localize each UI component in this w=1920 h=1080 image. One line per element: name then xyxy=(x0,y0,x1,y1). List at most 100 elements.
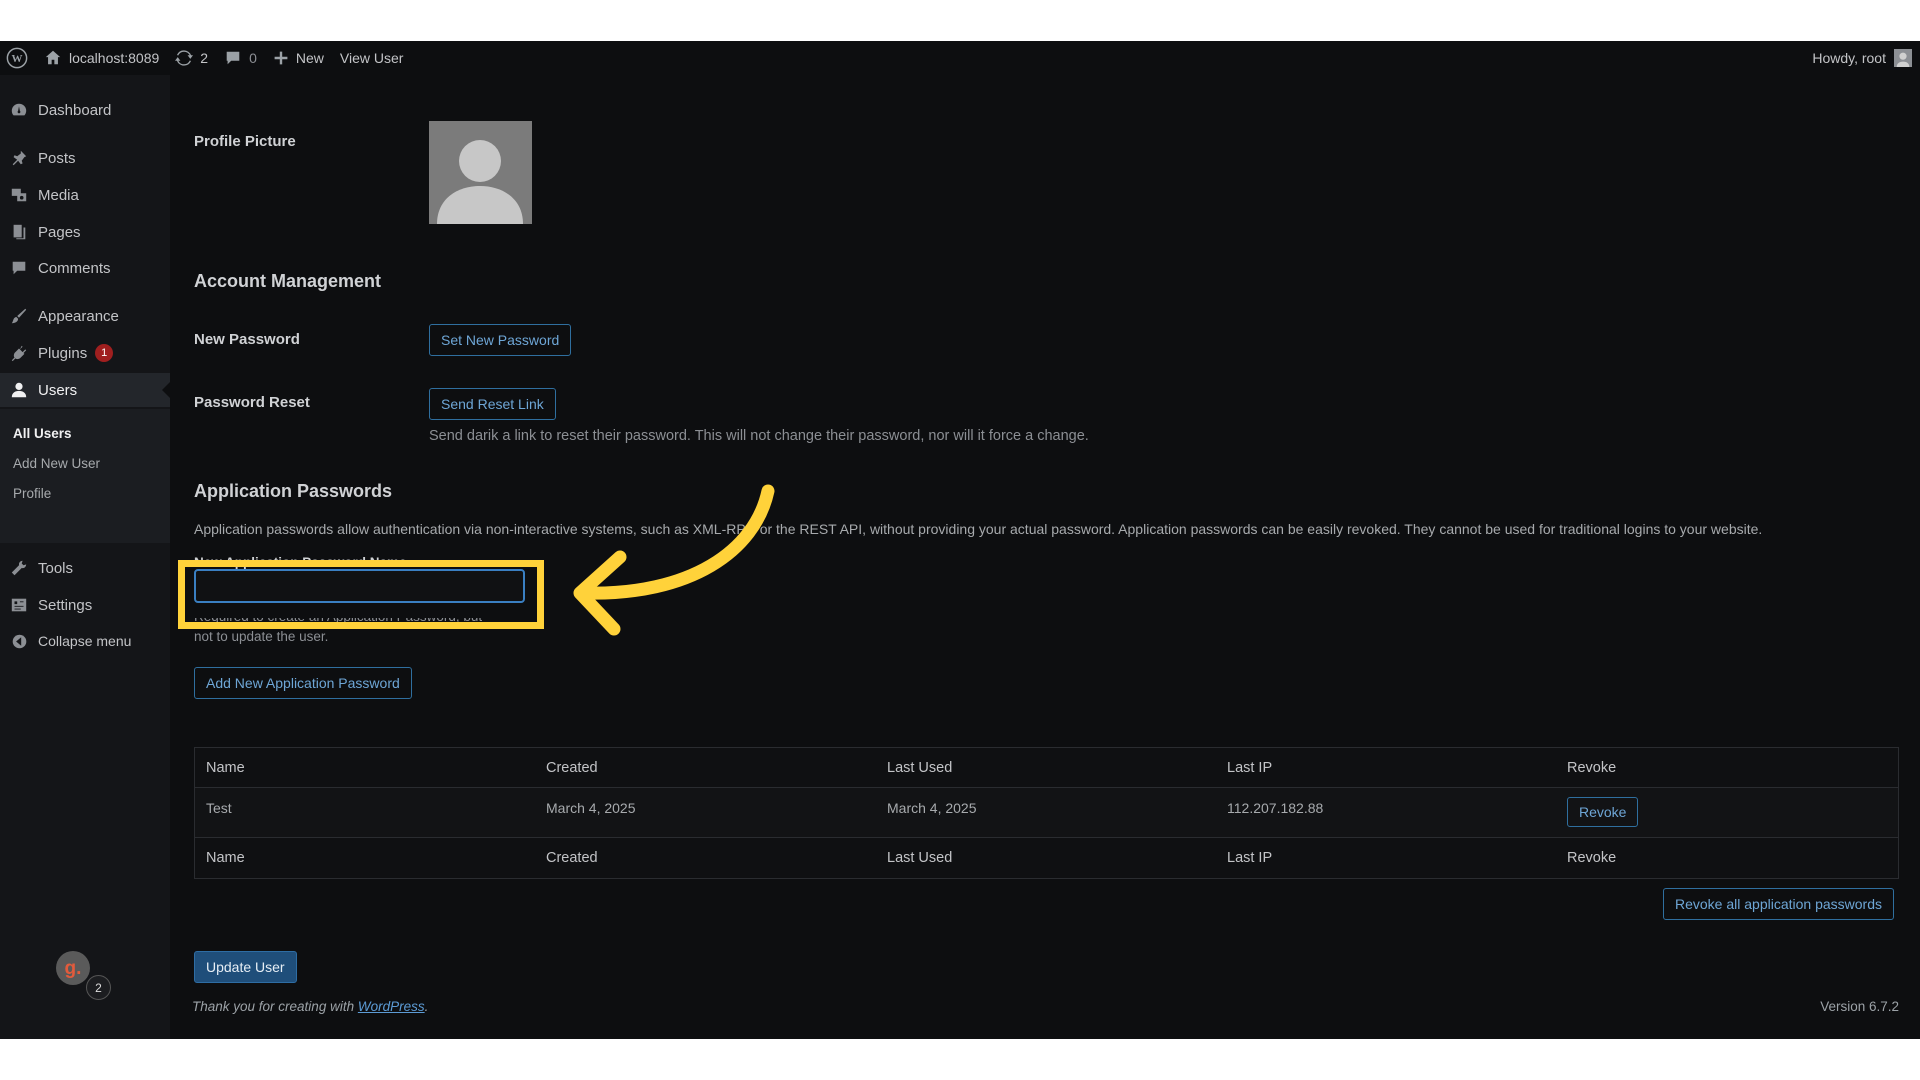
menu-collapse[interactable]: Collapse menu xyxy=(0,624,170,658)
site-name: localhost:8089 xyxy=(69,50,160,66)
menu-tools[interactable]: Tools xyxy=(0,551,170,585)
greeting: Howdy, root xyxy=(1812,50,1886,66)
password-reset-label: Password Reset xyxy=(194,394,310,411)
plus-icon xyxy=(274,51,288,65)
submenu-add-new-user[interactable]: Add New User xyxy=(13,456,100,471)
footer-credit: Thank you for creating with WordPress. xyxy=(192,999,428,1014)
submenu-all-users[interactable]: All Users xyxy=(13,426,72,441)
application-passwords-description: Application passwords allow authenticati… xyxy=(194,521,1763,537)
admin-sidebar: Dashboard Posts Media Pages Comments App… xyxy=(0,75,170,1039)
column-header-created: Created xyxy=(546,759,598,776)
home-icon xyxy=(45,50,61,65)
app-password-help-text-2: not to update the user. xyxy=(194,629,329,644)
new-label: New xyxy=(295,50,324,66)
reset-description: Send darik a link to reset their passwor… xyxy=(429,428,1089,444)
cell-created: March 4, 2025 xyxy=(546,800,636,816)
menu-label: Comments xyxy=(38,259,111,277)
application-passwords-heading: Application Passwords xyxy=(194,481,393,501)
menu-label: Settings xyxy=(38,596,93,614)
submenu-profile[interactable]: Profile xyxy=(13,486,51,501)
settings-icon xyxy=(11,598,27,612)
dashboard-icon xyxy=(11,103,27,116)
avatar-placeholder-icon xyxy=(437,140,523,224)
version-text: Version 6.7.2 xyxy=(1820,999,1899,1014)
app-passwords-table: Name Created Last Used Last IP Revoke Te… xyxy=(194,747,1899,879)
menu-label: Posts xyxy=(38,149,76,167)
cell-name: Test xyxy=(206,800,232,816)
menu-appearance[interactable]: Appearance xyxy=(0,299,170,333)
profile-picture-label: Profile Picture xyxy=(194,133,296,150)
profile-picture xyxy=(429,121,532,224)
menu-comments[interactable]: Comments xyxy=(0,251,170,285)
menu-posts[interactable]: Posts xyxy=(0,141,170,175)
cell-last-ip: 112.207.182.88 xyxy=(1227,800,1324,816)
menu-media[interactable]: Media xyxy=(0,178,170,212)
revoke-button[interactable]: Revoke xyxy=(1567,797,1639,827)
comments-count: 0 xyxy=(249,50,257,66)
my-account-link[interactable]: Howdy, root xyxy=(1812,41,1912,75)
new-password-label: New Password xyxy=(194,331,300,348)
menu-users[interactable]: Users xyxy=(0,373,170,407)
column-header-name: Name xyxy=(206,759,245,776)
menu-label: Pages xyxy=(38,223,81,241)
menu-label: Appearance xyxy=(38,307,119,325)
comment-icon xyxy=(226,51,240,65)
menu-label: Tools xyxy=(38,559,74,577)
arrow-annotation-icon xyxy=(573,484,775,636)
svg-text:W: W xyxy=(12,53,23,65)
table-header-row: Name Created Last Used Last IP Revoke xyxy=(195,748,1898,788)
svg-text:g.: g. xyxy=(65,958,82,979)
column-footer-created: Created xyxy=(546,850,598,866)
highlight-box xyxy=(178,560,544,629)
wordpress-logo-icon: W xyxy=(6,47,28,69)
menu-label: Collapse menu xyxy=(38,633,132,649)
table-row: Test March 4, 2025 March 4, 2025 112.207… xyxy=(195,788,1898,838)
menu-label: Users xyxy=(38,381,78,399)
plugins-update-badge: 1 xyxy=(95,344,114,362)
menu-dashboard[interactable]: Dashboard xyxy=(0,93,170,127)
admin-window: W localhost:8089 2 0 New View User Howdy… xyxy=(0,41,1920,1039)
menu-label: Plugins xyxy=(38,344,88,362)
new-content-link[interactable]: New xyxy=(265,41,332,75)
table-footer-row: Name Created Last Used Last IP Revoke xyxy=(195,838,1898,878)
wordpress-logo-button[interactable]: W xyxy=(0,41,36,75)
column-footer-name: Name xyxy=(206,850,245,866)
updates-count: 2 xyxy=(200,50,209,66)
cell-last-used: March 4, 2025 xyxy=(887,800,977,816)
set-new-password-button[interactable]: Set New Password xyxy=(429,324,572,356)
column-header-last-ip: Last IP xyxy=(1227,759,1273,776)
footer-text: Thank you for creating with xyxy=(192,999,355,1014)
wordpress-link[interactable]: WordPress xyxy=(358,999,425,1014)
updates-link[interactable]: 2 xyxy=(167,41,216,75)
help-widget-button[interactable]: g. 2 xyxy=(54,949,111,1000)
updates-icon xyxy=(175,50,194,66)
view-user-label: View User xyxy=(339,50,404,66)
menu-pages[interactable]: Pages xyxy=(0,215,170,249)
brush-icon xyxy=(11,308,27,324)
collapse-icon xyxy=(12,634,26,648)
comment-icon xyxy=(12,261,26,275)
comments-link[interactable]: 0 xyxy=(216,41,265,75)
user-icon xyxy=(11,382,27,398)
wrench-icon xyxy=(11,560,27,576)
column-header-last-used: Last Used xyxy=(887,759,953,776)
column-footer-last-ip: Last IP xyxy=(1227,850,1273,866)
site-name-link[interactable]: localhost:8089 xyxy=(36,41,167,75)
admin-bar: W localhost:8089 2 0 New View User Howdy… xyxy=(0,41,1920,75)
add-new-app-password-button[interactable]: Add New Application Password xyxy=(194,667,412,699)
update-user-button[interactable]: Update User xyxy=(194,951,297,983)
menu-settings[interactable]: Settings xyxy=(0,588,170,622)
media-icon xyxy=(11,188,27,202)
column-footer-revoke: Revoke xyxy=(1567,850,1617,866)
footer-period: . xyxy=(424,999,429,1014)
avatar-icon xyxy=(1894,49,1912,67)
column-footer-last-used: Last Used xyxy=(887,850,953,866)
menu-label: Media xyxy=(38,186,79,204)
users-submenu: All Users Add New User Profile xyxy=(0,409,170,543)
view-user-link[interactable]: View User xyxy=(332,41,412,75)
menu-label: Dashboard xyxy=(38,101,112,119)
send-reset-link-button[interactable]: Send Reset Link xyxy=(429,388,556,420)
menu-plugins[interactable]: Plugins 1 xyxy=(0,336,170,370)
pages-icon xyxy=(13,224,26,240)
revoke-all-app-passwords-button[interactable]: Revoke all application passwords xyxy=(1663,888,1894,920)
